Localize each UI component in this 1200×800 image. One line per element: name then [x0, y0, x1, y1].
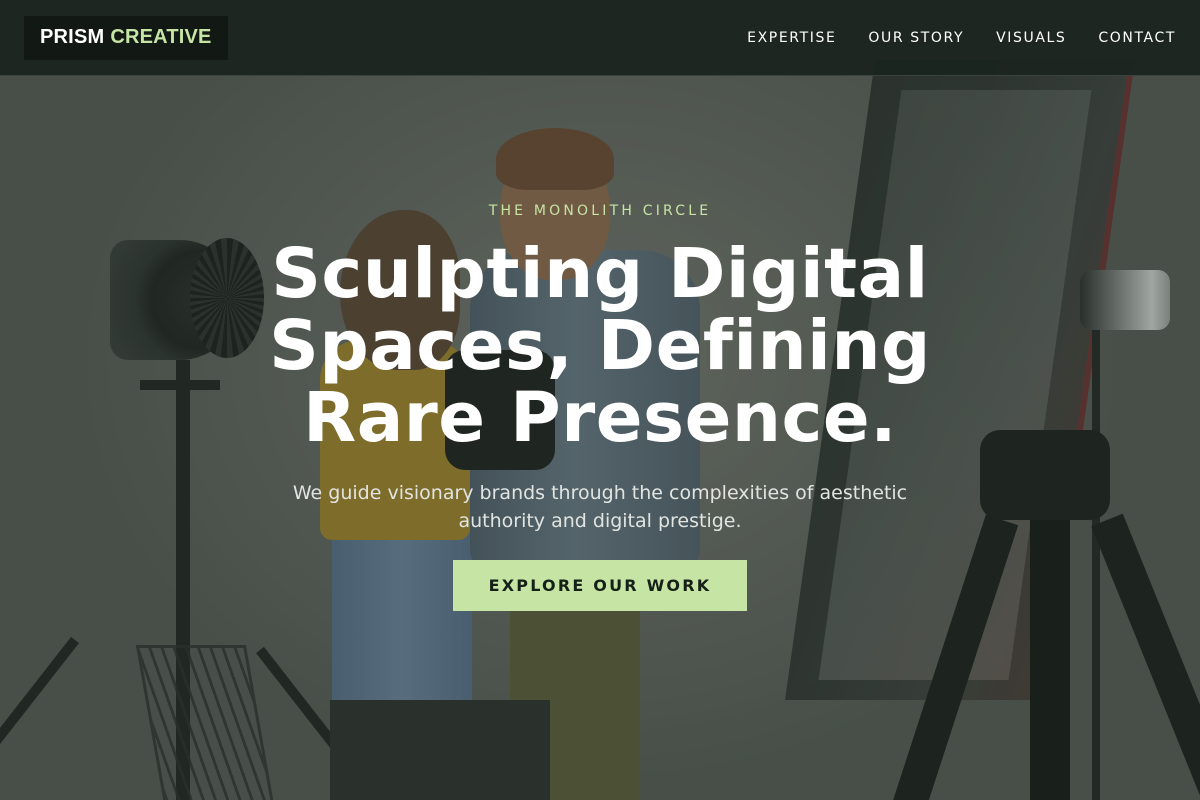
- logo-link[interactable]: PRISM CREATIVE: [24, 15, 228, 60]
- hero-headline: Sculpting Digital Spaces, Defining Rare …: [269, 234, 931, 458]
- logo-accent-text: CREATIVE: [110, 26, 212, 48]
- nav-link-contact[interactable]: CONTACT: [1098, 30, 1176, 46]
- hero-subhead: We guide visionary brands through the co…: [292, 482, 908, 532]
- logo-primary-text: PRISM: [40, 26, 105, 48]
- hero-eyebrow: THE MONOLITH CIRCLE: [488, 203, 712, 219]
- explore-work-button[interactable]: EXPLORE OUR WORK: [453, 560, 747, 611]
- site-header: PRISM CREATIVE EXPERTISE OUR STORY VISUA…: [0, 0, 1200, 76]
- nav-link-visuals[interactable]: VISUALS: [996, 30, 1066, 46]
- hero-section: THE MONOLITH CIRCLE Sculpting Digital Sp…: [0, 0, 1200, 800]
- nav-link-expertise[interactable]: EXPERTISE: [747, 30, 836, 46]
- main-nav: EXPERTISE OUR STORY VISUALS CONTACT: [747, 30, 1176, 46]
- nav-link-our-story[interactable]: OUR STORY: [868, 30, 964, 46]
